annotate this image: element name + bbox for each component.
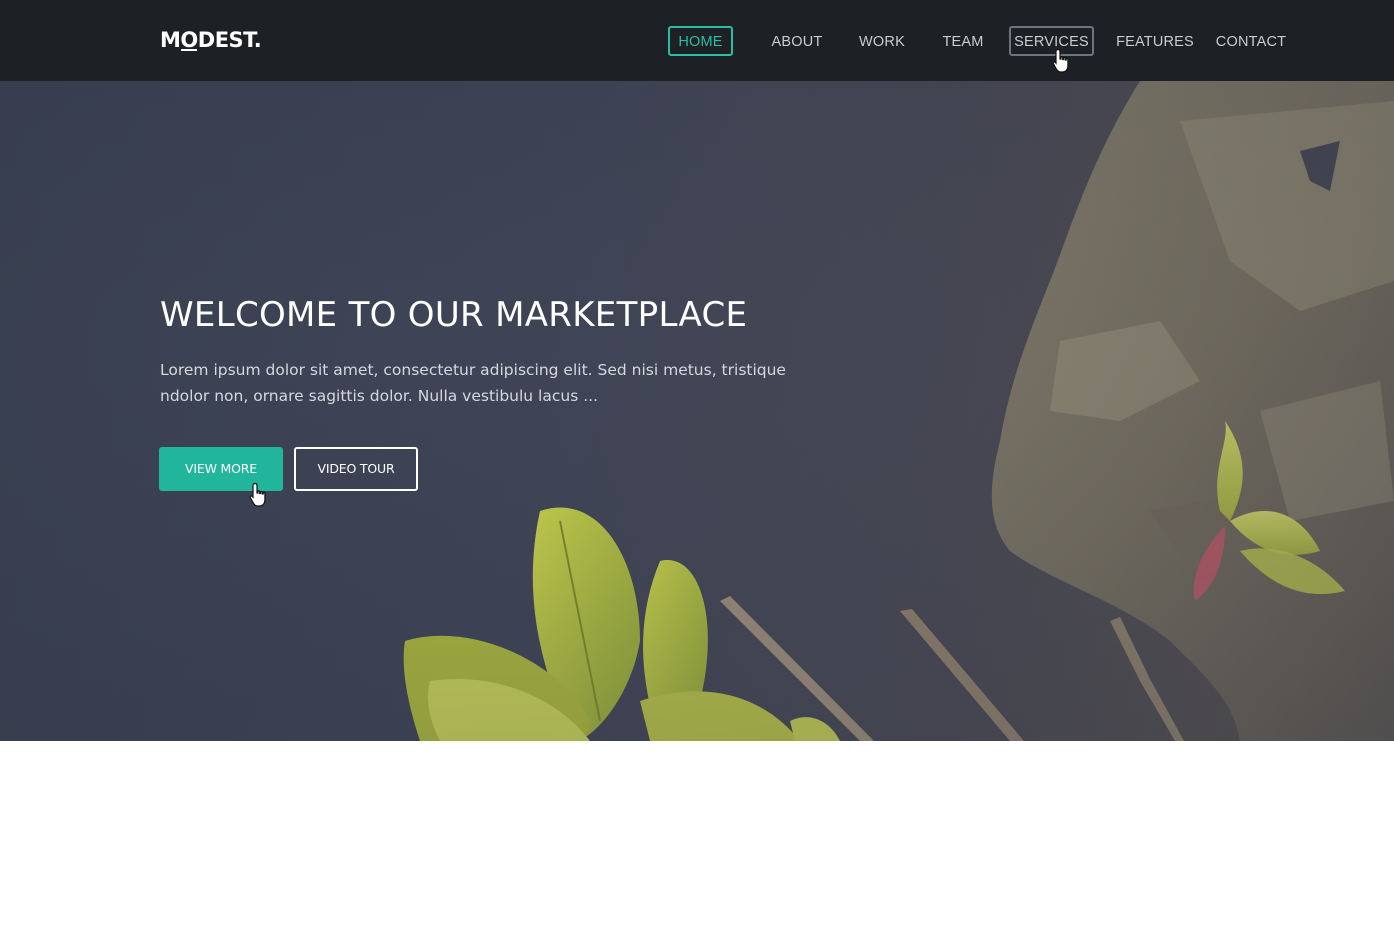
nav-item-team[interactable]: TEAM (934, 26, 992, 56)
main-nav: HOME ABOUT WORK TEAM SERVICES FEATURES C… (0, 0, 1394, 81)
nav-item-work[interactable]: WORK (852, 26, 912, 56)
hand-pointer-icon (1052, 48, 1069, 73)
hero-description: Lorem ipsum dolor sit amet, consectetur … (160, 361, 786, 405)
top-navbar: MODEST. HOME ABOUT WORK TEAM SERVICES FE… (0, 0, 1394, 81)
video-tour-button[interactable]: VIDEO TOUR (294, 447, 418, 491)
hero-section: WELCOME TO OUR MARKETPLACE Lorem ipsum d… (0, 81, 1394, 741)
nav-item-about[interactable]: ABOUT (764, 26, 830, 56)
hero-overlay (0, 81, 1394, 741)
nav-item-contact[interactable]: CONTACT (1210, 26, 1292, 56)
nav-item-features[interactable]: FEATURES (1112, 26, 1198, 56)
nav-item-home[interactable]: HOME (668, 26, 733, 56)
hero-title: WELCOME TO OUR MARKETPLACE (160, 295, 748, 335)
content-section (0, 741, 1394, 932)
hand-pointer-icon (249, 482, 266, 507)
